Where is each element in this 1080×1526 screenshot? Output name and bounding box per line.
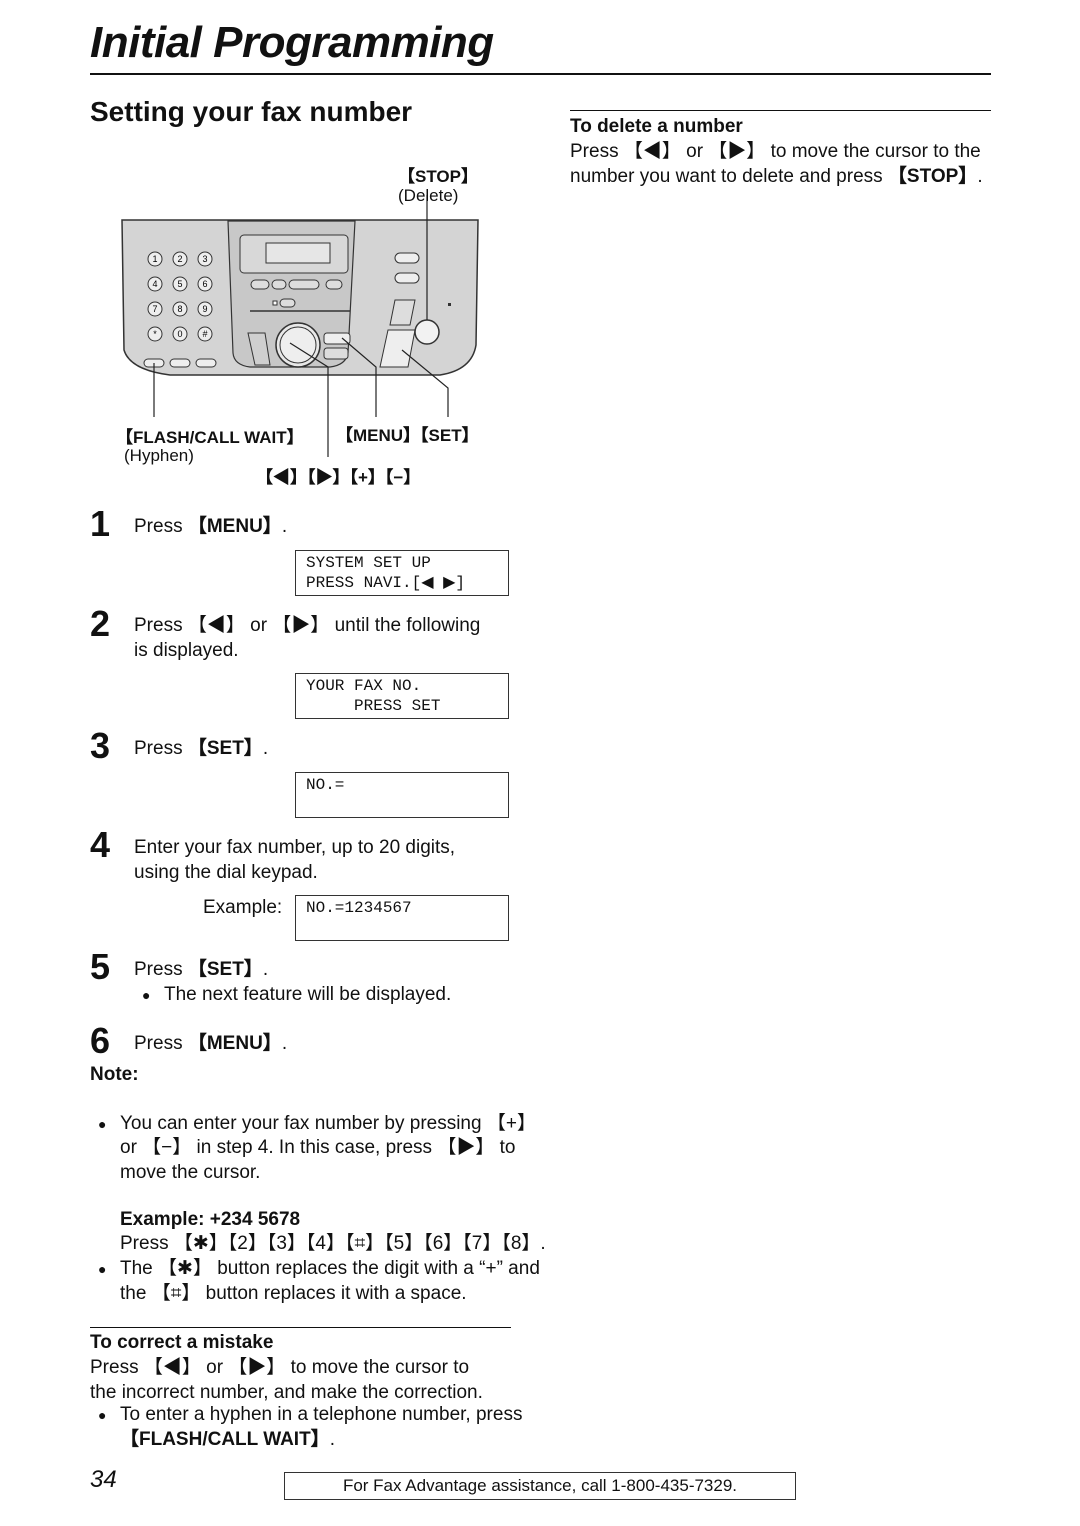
delete-heading: To delete a number xyxy=(570,116,743,137)
nav-keys-label: 【◀】【▶】【+】【−】 xyxy=(256,468,421,487)
svg-text:#: # xyxy=(202,329,207,339)
svg-text:9: 9 xyxy=(202,304,207,314)
svg-text:*: * xyxy=(153,329,157,339)
lcd-display: YOUR FAX NO. PRESS SET xyxy=(295,673,509,719)
svg-text:0: 0 xyxy=(177,329,182,339)
svg-text:3: 3 xyxy=(202,254,207,264)
title-rule xyxy=(90,73,991,75)
note-bullet: To enter a hyphen in a telephone number,… xyxy=(90,1403,540,1452)
svg-text:6: 6 xyxy=(202,279,207,289)
step-1-text: Press 【MENU】. xyxy=(134,516,288,537)
section-rule xyxy=(90,1327,511,1328)
step-3-text: Press 【SET】. xyxy=(134,738,269,759)
example-heading: Example: +234 5678 xyxy=(120,1209,301,1230)
svg-text:1: 1 xyxy=(152,254,157,264)
svg-text:4: 4 xyxy=(152,279,157,289)
example-label: Example: xyxy=(203,897,283,918)
step-2-text: Press 【◀】 or 【▶】 until the following is … xyxy=(134,615,481,661)
section-rule xyxy=(570,110,991,111)
step-number: 4 xyxy=(90,824,111,865)
flash-sublabel: (Hyphen) xyxy=(124,446,194,465)
example-text: Press 【✱】【2】【3】【4】【⌗】【5】【6】【7】【8】. xyxy=(120,1233,546,1254)
step-number: 5 xyxy=(90,946,111,987)
section-title: Setting your fax number xyxy=(90,96,413,127)
delete-text: Press 【◀】 or 【▶】 to move the cursor to t… xyxy=(570,141,983,187)
stop-label: 【STOP】 xyxy=(398,167,478,186)
svg-text:2: 2 xyxy=(177,254,182,264)
note-bullet: The 【✱】 button replaces the digit with a… xyxy=(90,1257,540,1306)
svg-text:5: 5 xyxy=(177,279,182,289)
assistance-box: For Fax Advantage assistance, call 1-800… xyxy=(284,1472,796,1500)
step-number: 3 xyxy=(90,725,111,766)
correct-text: Press 【◀】 or 【▶】 to move the cursor to t… xyxy=(90,1357,483,1403)
stop-sublabel: (Delete) xyxy=(398,186,459,205)
lcd-display: SYSTEM SET UP PRESS NAVI.[◀ ▶] xyxy=(295,550,509,596)
step-number: 1 xyxy=(90,503,111,544)
svg-text:7: 7 xyxy=(152,304,157,314)
step-5-bullet: The next feature will be displayed. xyxy=(134,983,1080,1008)
page-number: 34 xyxy=(90,1466,117,1493)
step-4-text: Enter your fax number, up to 20 digits, … xyxy=(134,837,456,883)
svg-text:8: 8 xyxy=(177,304,182,314)
step-5-text: Press 【SET】. xyxy=(134,959,269,980)
page-title: Initial Programming xyxy=(90,18,494,67)
note-heading: Note: xyxy=(90,1064,139,1085)
correct-heading: To correct a mistake xyxy=(90,1332,274,1353)
menu-set-label: 【MENU】【SET】 xyxy=(336,426,479,445)
flash-label: 【FLASH/CALL WAIT】 xyxy=(116,428,304,447)
step-number: 6 xyxy=(90,1020,111,1061)
lcd-display: NO.=1234567 xyxy=(295,895,509,941)
note-bullet: You can enter your fax number by pressin… xyxy=(90,1112,540,1186)
step-number: 2 xyxy=(90,603,111,644)
step-6-text: Press 【MENU】. xyxy=(134,1033,288,1054)
lcd-display: NO.= xyxy=(295,772,509,818)
